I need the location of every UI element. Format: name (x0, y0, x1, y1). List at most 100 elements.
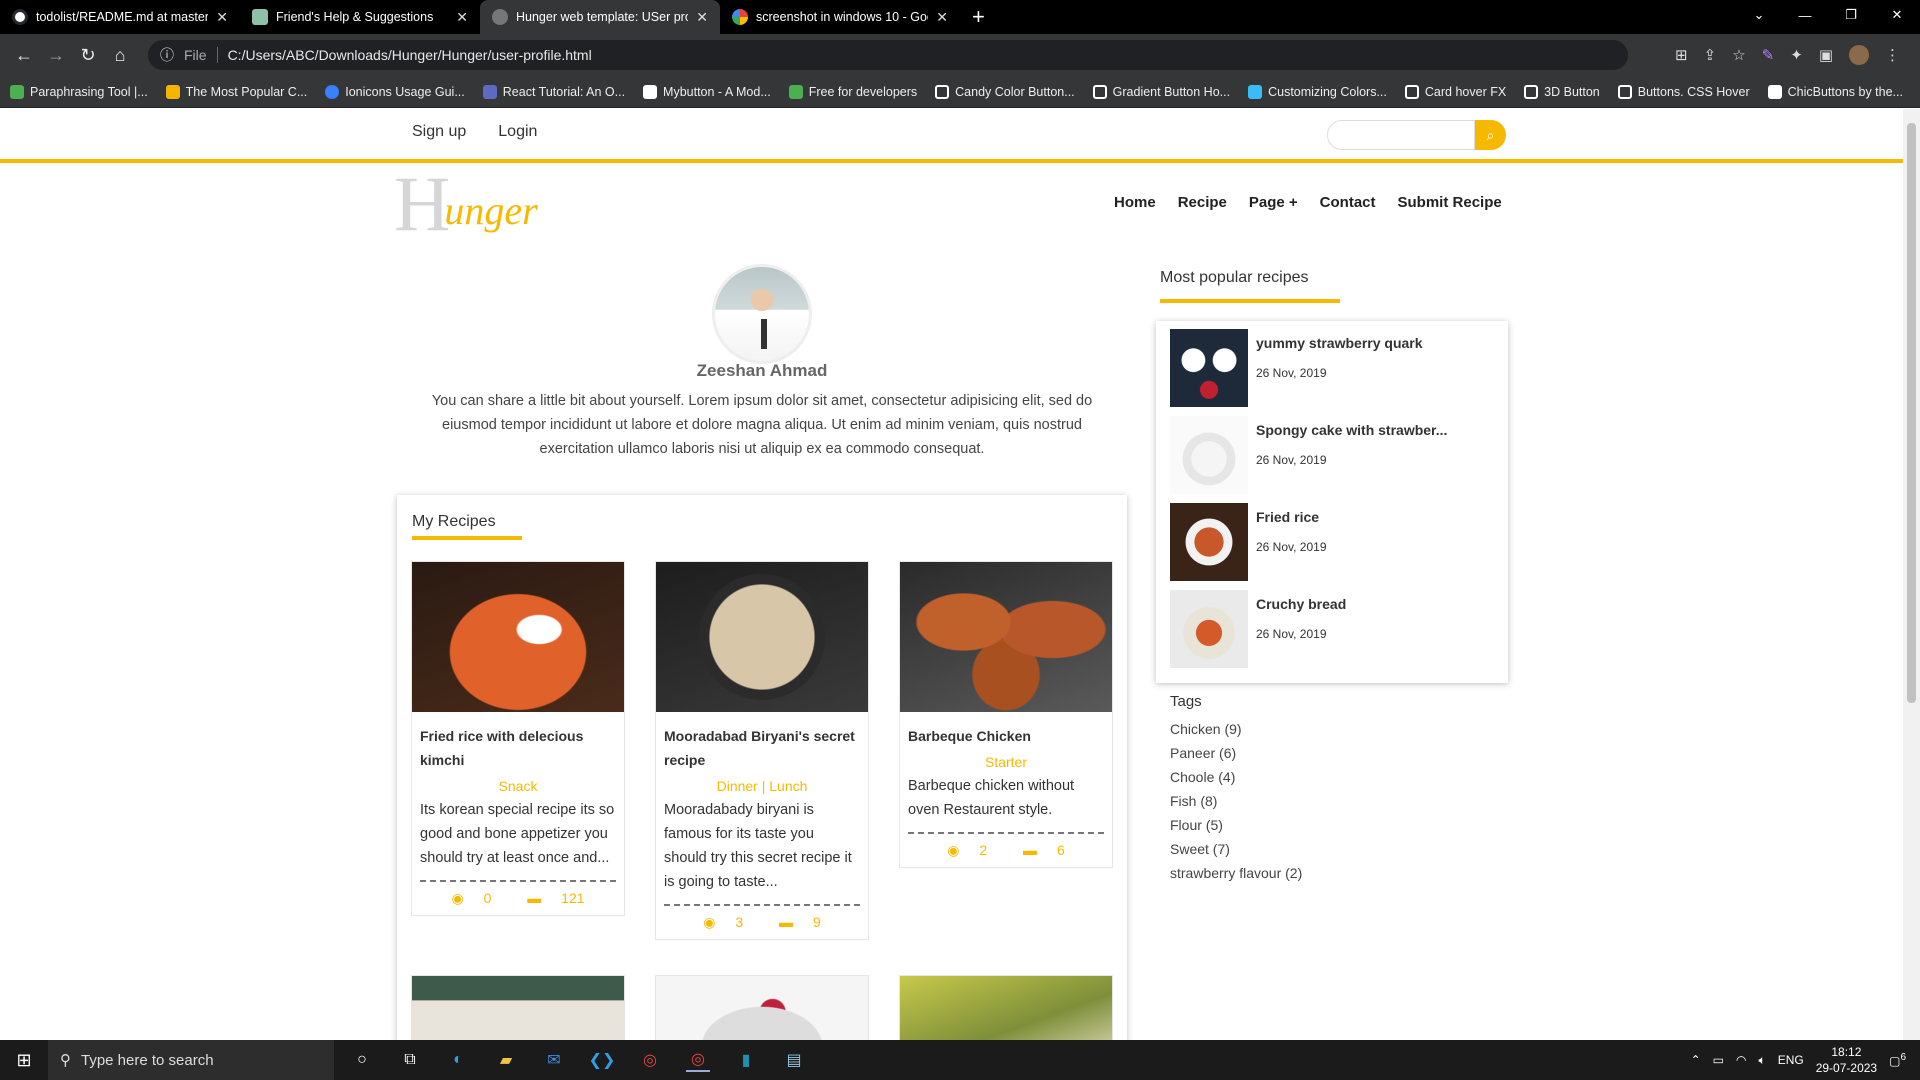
popular-title[interactable]: yummy strawberry quark (1256, 335, 1423, 351)
notepad-icon[interactable]: ▤ (782, 1048, 806, 1072)
cortana-icon[interactable]: ○ (350, 1048, 374, 1072)
file-explorer-icon[interactable]: ▰ (494, 1048, 518, 1072)
close-icon[interactable]: ✕ (456, 9, 468, 26)
bookmark-item[interactable]: The Most Popular C... (165, 84, 307, 99)
bookmark-item[interactable]: Ionicons Usage Gui... (325, 84, 465, 99)
recipe-card[interactable]: Barbeque Chicken Starter Barbeque chicke… (899, 561, 1113, 868)
show-hidden-icon[interactable]: ⌃ (1691, 1053, 1701, 1067)
notification-icon[interactable]: ▢6 (1889, 1052, 1906, 1068)
search-input[interactable] (1327, 120, 1475, 150)
recipe-card[interactable] (411, 975, 625, 1040)
restore-icon[interactable]: ❐ (1828, 0, 1874, 30)
bookmark-item[interactable]: Gradient Button Ho... (1092, 84, 1230, 99)
nav-recipe[interactable]: Recipe (1178, 194, 1227, 211)
app-icon[interactable]: ▮ (734, 1048, 758, 1072)
task-view-icon[interactable]: ⧉ (398, 1048, 422, 1072)
close-icon[interactable]: ✕ (696, 9, 708, 26)
mail-icon[interactable]: ✉ (542, 1048, 566, 1072)
translate-icon[interactable]: ⊞ (1675, 46, 1688, 64)
windows-start-icon[interactable]: ⊞ (0, 1040, 48, 1080)
tag-link[interactable]: strawberry flavour (2) (1170, 861, 1302, 885)
tag-link[interactable]: Chicken (9) (1170, 717, 1302, 741)
language-indicator[interactable]: ENG (1778, 1053, 1804, 1067)
nav-home[interactable]: Home (1114, 194, 1156, 211)
url-text[interactable]: C:/Users/ABC/Downloads/Hunger/Hunger/use… (228, 47, 592, 63)
reload-icon[interactable]: ↻ (72, 39, 104, 71)
chrome-active-icon[interactable]: ◎ (686, 1048, 710, 1072)
popular-title[interactable]: Spongy cake with strawber... (1256, 422, 1447, 438)
home-icon[interactable]: ⌂ (104, 39, 136, 71)
taskbar-search[interactable]: ⚲ Type here to search (48, 1040, 334, 1080)
recipe-card[interactable] (899, 975, 1113, 1040)
recipe-image[interactable] (656, 976, 868, 1040)
close-icon[interactable]: ✕ (216, 9, 228, 26)
popular-item[interactable]: Spongy cake with strawber... 26 Nov, 201… (1170, 416, 1500, 494)
popular-thumbnail[interactable] (1170, 416, 1248, 494)
back-icon[interactable]: ← (8, 39, 40, 71)
bookmark-item[interactable]: Candy Color Button... (935, 84, 1075, 99)
bookmark-item[interactable]: 3D Button (1524, 84, 1600, 99)
side-panel-icon[interactable]: ▣ (1819, 46, 1833, 64)
recipe-image[interactable] (412, 976, 624, 1040)
nav-contact[interactable]: Contact (1320, 194, 1376, 211)
tag-link[interactable]: Fish (8) (1170, 789, 1302, 813)
recipe-card[interactable]: Fried rice with delecious kimchi Snack I… (411, 561, 625, 916)
clock[interactable]: 18:12 29-07-2023 (1816, 1044, 1877, 1076)
extensions-icon[interactable]: ✦ (1790, 46, 1803, 64)
scrollbar-thumb[interactable] (1907, 123, 1916, 703)
search-button[interactable]: ⌕ (1475, 120, 1506, 150)
vscode-icon[interactable]: ❮❯ (589, 1048, 616, 1072)
pen-extension-icon[interactable]: ✎ (1762, 46, 1775, 64)
bookmark-item[interactable]: Customizing Colors... (1248, 84, 1387, 99)
new-tab-button[interactable]: + (960, 0, 997, 34)
address-bar[interactable]: ⓘ File C:/Users/ABC/Downloads/Hunger/Hun… (148, 40, 1628, 70)
popular-title[interactable]: Cruchy bread (1256, 596, 1346, 612)
recipe-card[interactable] (655, 975, 869, 1040)
menu-icon[interactable]: ⋮ (1885, 46, 1900, 64)
site-logo[interactable]: H unger (394, 165, 538, 243)
bookmark-item[interactable]: Free for developers (788, 84, 917, 99)
bookmark-item[interactable]: Card hover FX (1404, 84, 1506, 99)
browser-tab-active[interactable]: Hunger web template: USer profi ✕ (480, 0, 720, 34)
nav-page[interactable]: Page + (1249, 194, 1298, 211)
bookmark-item[interactable]: Mybutton - A Mod... (643, 84, 771, 99)
tag-link[interactable]: Choole (4) (1170, 765, 1302, 789)
bookmark-star-icon[interactable]: ☆ (1732, 46, 1745, 64)
tag-link[interactable]: Sweet (7) (1170, 837, 1302, 861)
recipe-image[interactable] (412, 562, 624, 712)
recipe-image[interactable] (900, 976, 1112, 1040)
recipe-image[interactable] (900, 562, 1112, 712)
bookmark-item[interactable]: Paraphrasing Tool |... (10, 84, 148, 99)
page-scrollbar[interactable] (1903, 109, 1920, 1040)
bookmark-item[interactable]: ChicButtons by the... (1767, 84, 1903, 99)
device-icon[interactable]: ▭ (1713, 1053, 1724, 1067)
info-icon[interactable]: ⓘ (160, 45, 174, 65)
popular-thumbnail[interactable] (1170, 590, 1248, 668)
recipe-title[interactable]: Fried rice with delecious kimchi (412, 712, 624, 772)
tab-search-icon[interactable]: ⌄ (1736, 0, 1782, 30)
share-icon[interactable]: ⇪ (1704, 46, 1717, 64)
popular-item[interactable]: Fried rice 26 Nov, 2019 (1170, 503, 1500, 581)
popular-item[interactable]: Cruchy bread 26 Nov, 2019 (1170, 590, 1500, 668)
chrome-icon[interactable]: ◎ (638, 1048, 662, 1072)
bookmark-item[interactable]: Buttons. CSS Hover (1617, 84, 1750, 99)
tag-link[interactable]: Flour (5) (1170, 813, 1302, 837)
tag-link[interactable]: Paneer (6) (1170, 741, 1302, 765)
profile-avatar-icon[interactable] (1849, 45, 1869, 65)
login-link[interactable]: Login (498, 123, 537, 141)
volume-icon[interactable]: 🔈︎ (1758, 1053, 1765, 1068)
popular-item[interactable]: yummy strawberry quark 26 Nov, 2019 (1170, 329, 1500, 407)
edge-icon[interactable]: ◐ (446, 1048, 470, 1072)
minimize-icon[interactable]: — (1782, 0, 1828, 30)
forward-icon[interactable]: → (40, 39, 72, 71)
close-icon[interactable]: ✕ (936, 9, 948, 26)
popular-title[interactable]: Fried rice (1256, 509, 1319, 525)
wifi-icon[interactable]: ◠ (1736, 1053, 1746, 1067)
signup-link[interactable]: Sign up (412, 123, 466, 141)
recipe-image[interactable] (656, 562, 868, 712)
popular-thumbnail[interactable] (1170, 503, 1248, 581)
popular-thumbnail[interactable] (1170, 329, 1248, 407)
close-window-icon[interactable]: ✕ (1874, 0, 1920, 30)
nav-submit-recipe[interactable]: Submit Recipe (1398, 194, 1502, 211)
recipe-title[interactable]: Barbeque Chicken (900, 712, 1112, 748)
